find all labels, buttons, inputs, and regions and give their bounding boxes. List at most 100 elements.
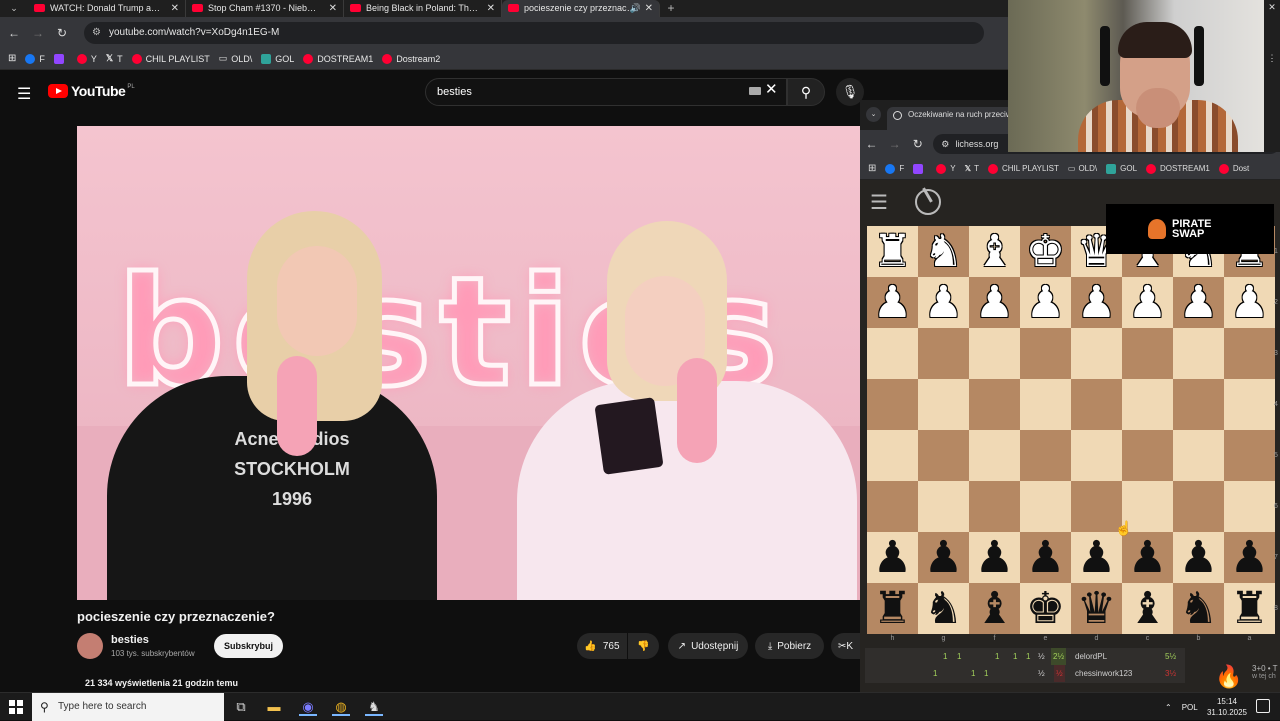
- clear-search-icon[interactable]: ✕: [765, 80, 778, 98]
- board-square[interactable]: [969, 379, 1020, 430]
- board-square[interactable]: [969, 481, 1020, 532]
- board-square[interactable]: ♛: [1071, 583, 1122, 634]
- board-square[interactable]: [1224, 430, 1275, 481]
- board-square[interactable]: [1071, 379, 1122, 430]
- board-square[interactable]: [1071, 328, 1122, 379]
- forward-icon[interactable]: →: [26, 26, 50, 40]
- board-square[interactable]: ♟: [867, 532, 918, 583]
- black-pawn-icon[interactable]: ♟: [873, 532, 912, 583]
- board-square[interactable]: ♟: [1071, 532, 1122, 583]
- board-square[interactable]: [867, 379, 918, 430]
- close-tab-icon[interactable]: ✕: [645, 0, 653, 17]
- board-square[interactable]: ♟: [1224, 277, 1275, 328]
- board-square[interactable]: ♜: [1224, 583, 1275, 634]
- bookmark-facebook[interactable]: F: [885, 163, 904, 174]
- board-square[interactable]: ♟: [1173, 532, 1224, 583]
- youtube-logo[interactable]: YouTube PL: [48, 83, 135, 99]
- bookmark-chil-playlist[interactable]: CHIL PLAYLIST: [131, 53, 210, 64]
- back-icon[interactable]: ←: [860, 137, 883, 151]
- board-square[interactable]: ♝: [1122, 583, 1173, 634]
- video-player[interactable]: besties Acne Studios STOCKHOLM 1996: [77, 126, 860, 600]
- close-window-icon[interactable]: ✕: [1264, 2, 1280, 13]
- white-rook-icon[interactable]: ♜: [873, 226, 912, 277]
- windows-start-icon[interactable]: [9, 700, 23, 714]
- black-knight-icon[interactable]: ♞: [1179, 583, 1218, 634]
- board-square[interactable]: ♟: [918, 532, 969, 583]
- board-square[interactable]: [1020, 430, 1071, 481]
- board-square[interactable]: ♟: [1020, 532, 1071, 583]
- bookmark-dostream1[interactable]: DOSTREAM1: [1146, 163, 1210, 174]
- board-square[interactable]: [969, 430, 1020, 481]
- lichess-logo-icon[interactable]: [915, 189, 941, 215]
- board-square[interactable]: ♝: [969, 583, 1020, 634]
- reload-icon[interactable]: ↻: [50, 26, 74, 40]
- player-name[interactable]: delordPL: [1075, 648, 1107, 665]
- board-square[interactable]: ♟: [1020, 277, 1071, 328]
- black-pawn-icon[interactable]: ♟: [975, 532, 1014, 583]
- black-pawn-icon[interactable]: ♟: [1077, 532, 1116, 583]
- dislike-button[interactable]: 👎: [628, 633, 659, 659]
- board-square[interactable]: [1173, 430, 1224, 481]
- board-square[interactable]: [1173, 328, 1224, 379]
- lichess-tab[interactable]: Oczekiwanie na ruch przeciwnika: [887, 107, 1027, 130]
- more-icon[interactable]: ⋮: [1264, 53, 1280, 64]
- tray-chevron-icon[interactable]: ⌃: [1165, 703, 1172, 712]
- lichess-menu-icon[interactable]: ☰: [870, 190, 888, 215]
- board-square[interactable]: [1020, 328, 1071, 379]
- bookmark-dostream2[interactable]: Dost: [1218, 163, 1249, 174]
- channel-avatar[interactable]: [77, 633, 103, 659]
- black-rook-icon[interactable]: ♜: [1230, 583, 1269, 634]
- white-bishop-icon[interactable]: ♝: [975, 226, 1014, 277]
- white-pawn-icon[interactable]: ♟: [1230, 277, 1269, 328]
- lichess-app-icon[interactable]: ♞: [365, 698, 383, 716]
- board-square[interactable]: [1224, 379, 1275, 430]
- language-indicator[interactable]: POL: [1182, 703, 1198, 712]
- bookmark-x[interactable]: 𝕏T: [106, 53, 123, 64]
- site-info-icon[interactable]: ⚙: [92, 27, 101, 38]
- black-knight-icon[interactable]: ♞: [924, 583, 963, 634]
- bookmark-gol[interactable]: GOL: [261, 53, 294, 64]
- black-king-icon[interactable]: ♚: [1026, 583, 1065, 634]
- white-pawn-icon[interactable]: ♟: [1128, 277, 1167, 328]
- bookmark-chil-playlist[interactable]: CHIL PLAYLIST: [987, 163, 1059, 174]
- speaker-icon[interactable]: 🔊: [630, 0, 641, 17]
- board-square[interactable]: [1224, 481, 1275, 532]
- board-square[interactable]: ♟: [969, 532, 1020, 583]
- white-pawn-icon[interactable]: ♟: [924, 277, 963, 328]
- bookmark-twitch[interactable]: [913, 163, 927, 174]
- tab-4-active[interactable]: pocieszenie czy przeznaczenie 🔊 ✕: [502, 0, 660, 17]
- board-square[interactable]: [918, 328, 969, 379]
- chess-board[interactable]: ♜♞♝♚♛♝♞♜♟♟♟♟♟♟♟♟♟♟♟♟♟♟♟♟♜♞♝♚♛♝♞♜: [867, 226, 1275, 634]
- board-square[interactable]: [918, 430, 969, 481]
- board-square[interactable]: ♚: [1020, 226, 1071, 277]
- white-pawn-icon[interactable]: ♟: [1077, 277, 1116, 328]
- file-explorer-icon[interactable]: ▬: [265, 698, 283, 716]
- tab-2[interactable]: Stop Cham #1370 - Niebezpiecz ✕: [186, 0, 344, 17]
- board-square[interactable]: [1173, 379, 1224, 430]
- tab-search-icon[interactable]: ⌄: [866, 107, 881, 122]
- board-square[interactable]: [1122, 328, 1173, 379]
- board-square[interactable]: ♝: [969, 226, 1020, 277]
- black-pawn-icon[interactable]: ♟: [1026, 532, 1065, 583]
- board-square[interactable]: ♞: [918, 226, 969, 277]
- player-name[interactable]: chessinwork123: [1075, 665, 1132, 682]
- apps-grid-icon[interactable]: ⊞: [8, 53, 16, 64]
- like-button[interactable]: 👍 765: [577, 633, 627, 659]
- white-pawn-icon[interactable]: ♟: [1026, 277, 1065, 328]
- board-square[interactable]: ♚: [1020, 583, 1071, 634]
- board-square[interactable]: ♞: [918, 583, 969, 634]
- bookmark-gol[interactable]: GOL: [1106, 163, 1137, 174]
- board-square[interactable]: ♟: [867, 277, 918, 328]
- white-pawn-icon[interactable]: ♟: [975, 277, 1014, 328]
- reload-icon[interactable]: ↻: [906, 137, 929, 151]
- bookmark-youtube[interactable]: Y: [76, 53, 97, 64]
- black-pawn-icon[interactable]: ♟: [1128, 532, 1167, 583]
- share-button[interactable]: ↗ Udostępnij: [668, 633, 748, 659]
- chrome-icon[interactable]: ◍: [332, 698, 350, 716]
- black-rook-icon[interactable]: ♜: [873, 583, 912, 634]
- black-bishop-icon[interactable]: ♝: [1128, 583, 1167, 634]
- board-square[interactable]: [867, 481, 918, 532]
- white-pawn-icon[interactable]: ♟: [873, 277, 912, 328]
- board-square[interactable]: [918, 379, 969, 430]
- board-square[interactable]: [867, 430, 918, 481]
